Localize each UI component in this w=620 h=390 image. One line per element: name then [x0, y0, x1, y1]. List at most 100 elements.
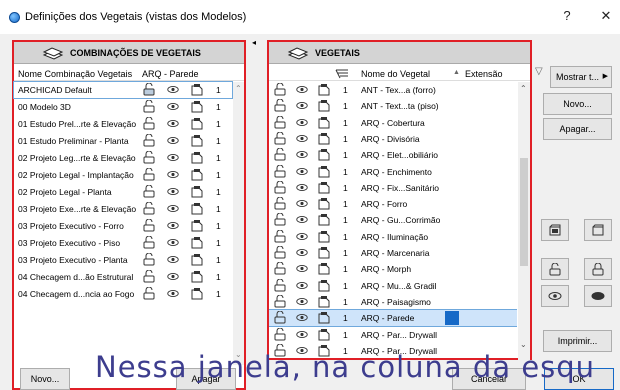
model-mode-icon[interactable]	[190, 100, 204, 113]
eye-icon[interactable]	[166, 134, 180, 147]
eye-icon[interactable]	[166, 253, 180, 266]
show-filter-dropdown[interactable]: Mostrar t... ▶	[550, 66, 612, 88]
combination-row[interactable]: 03 Projeto Exe...rte & Elevação 1	[14, 201, 232, 217]
eye-icon[interactable]	[295, 295, 309, 308]
layer-row[interactable]: 1 ARQ - Forro	[269, 196, 517, 212]
eye-icon[interactable]	[166, 185, 180, 198]
combination-row[interactable]: 02 Projeto Legal - Planta 1	[14, 184, 232, 200]
show-all-button[interactable]	[541, 285, 569, 307]
padlock-icon[interactable]	[273, 99, 287, 112]
model-mode-icon[interactable]	[317, 328, 331, 341]
eye-icon[interactable]	[295, 132, 309, 145]
scroll-up-icon[interactable]: ⌃	[235, 84, 242, 93]
col-layer-name[interactable]: ARQ - Parede	[142, 69, 199, 79]
model-mode-icon[interactable]	[190, 185, 204, 198]
eye-icon[interactable]	[295, 279, 309, 292]
eye-icon[interactable]	[295, 328, 309, 341]
padlock-icon[interactable]	[142, 168, 156, 181]
model-mode-icon[interactable]	[190, 287, 204, 300]
close-button[interactable]: ✕	[596, 8, 616, 24]
padlock-icon[interactable]	[273, 180, 287, 194]
layers-column-header[interactable]: Nome do Vegetal ▲ Extensão	[269, 67, 530, 81]
model-mode-icon[interactable]	[190, 134, 204, 147]
padlock-icon[interactable]	[273, 278, 287, 292]
model-mode-icon[interactable]	[317, 213, 331, 226]
padlock-icon[interactable]	[273, 262, 287, 275]
model-mode-icon[interactable]	[190, 253, 204, 266]
padlock-icon[interactable]	[142, 287, 156, 300]
collapse-marker-icon[interactable]: ◂	[252, 38, 264, 48]
layer-row[interactable]: 1 ARQ - Parede	[269, 309, 517, 328]
eye-icon[interactable]	[166, 168, 180, 181]
eye-icon[interactable]	[166, 219, 180, 232]
layer-intersection-icon[interactable]	[335, 68, 349, 79]
model-mode-icon[interactable]	[317, 83, 331, 96]
col-combination-name[interactable]: Nome Combinação Vegetais	[18, 69, 132, 79]
padlock-icon[interactable]	[273, 229, 287, 243]
model-mode-icon[interactable]	[317, 116, 331, 129]
delete-layer-button[interactable]: Apagar...	[543, 118, 612, 140]
padlock-icon[interactable]	[142, 117, 156, 130]
unlock-all-button[interactable]	[584, 219, 612, 241]
lock-selected-button[interactable]	[584, 258, 612, 280]
padlock-icon[interactable]	[142, 253, 156, 266]
model-mode-icon[interactable]	[190, 270, 204, 283]
model-mode-icon[interactable]	[317, 132, 331, 145]
layer-row[interactable]: 1 ARQ - Fix...Sanitário	[269, 180, 517, 196]
combination-row[interactable]: 00 Modelo 3D 1	[14, 99, 232, 115]
layer-row[interactable]: 1 ARQ - Elet...obiliário	[269, 147, 517, 163]
padlock-icon[interactable]	[273, 294, 287, 308]
col-extension[interactable]: Extensão	[465, 69, 503, 79]
padlock-icon[interactable]	[142, 219, 156, 232]
eye-icon[interactable]	[166, 236, 180, 249]
padlock-icon[interactable]	[142, 100, 156, 113]
padlock-icon[interactable]	[273, 246, 287, 259]
padlock-icon[interactable]	[273, 164, 287, 178]
layer-row[interactable]: 1 ANT - Text...ta (piso)	[269, 98, 517, 114]
padlock-icon[interactable]	[142, 270, 156, 283]
eye-icon[interactable]	[295, 83, 309, 96]
padlock-icon[interactable]	[273, 115, 287, 129]
extension-color-swatch[interactable]	[445, 311, 459, 326]
layer-row[interactable]: 1 ARQ - Divisória	[269, 131, 517, 147]
scroll-down-icon[interactable]: ⌄	[520, 340, 527, 349]
eye-icon[interactable]	[295, 116, 309, 129]
eye-icon[interactable]	[166, 117, 180, 130]
padlock-icon[interactable]	[142, 202, 156, 215]
eye-icon[interactable]	[295, 99, 309, 112]
eye-icon[interactable]	[295, 311, 309, 324]
padlock-icon[interactable]	[273, 83, 287, 96]
padlock-icon[interactable]	[273, 148, 287, 161]
padlock-icon[interactable]	[273, 327, 287, 341]
padlock-icon[interactable]	[142, 134, 156, 147]
eye-icon[interactable]	[166, 287, 180, 300]
model-mode-icon[interactable]	[190, 236, 204, 249]
model-mode-icon[interactable]	[190, 202, 204, 215]
model-mode-icon[interactable]	[190, 151, 204, 164]
layer-row[interactable]: 1 ARQ - Iluminação	[269, 229, 517, 245]
model-mode-icon[interactable]	[317, 99, 331, 112]
layer-row[interactable]: 1 ARQ - Paisagismo	[269, 294, 517, 310]
model-mode-icon[interactable]	[190, 83, 204, 96]
combinations-scrollbar[interactable]: ⌃ ⌄	[233, 82, 244, 365]
combination-row[interactable]: 01 Estudo Preliminar - Planta 1	[14, 133, 232, 149]
model-mode-icon[interactable]	[317, 148, 331, 161]
eye-icon[interactable]	[166, 202, 180, 215]
combinations-column-header[interactable]: Nome Combinação Vegetais ARQ - Parede	[14, 67, 244, 81]
layer-row[interactable]: 1 ARQ - Par... Drywall	[269, 327, 517, 343]
combination-row[interactable]: 02 Projeto Legal - Implantação 1	[14, 167, 232, 183]
model-mode-icon[interactable]	[317, 262, 331, 275]
eye-icon[interactable]	[295, 165, 309, 178]
combination-row[interactable]: 01 Estudo Prel...rte & Elevação 1	[14, 116, 232, 132]
padlock-icon[interactable]	[142, 185, 156, 198]
model-mode-icon[interactable]	[317, 246, 331, 259]
scroll-up-icon[interactable]: ⌃	[520, 84, 527, 93]
eye-icon[interactable]	[295, 197, 309, 210]
eye-icon[interactable]	[295, 148, 309, 161]
combination-row[interactable]: 04 Checagem d...ão Estrutural 1	[14, 269, 232, 285]
eye-icon[interactable]	[295, 262, 309, 275]
layer-row[interactable]: 1 ARQ - Mu...& Gradil	[269, 278, 517, 294]
model-mode-icon[interactable]	[317, 181, 331, 194]
help-button[interactable]: ?	[557, 8, 577, 23]
model-mode-icon[interactable]	[190, 117, 204, 130]
